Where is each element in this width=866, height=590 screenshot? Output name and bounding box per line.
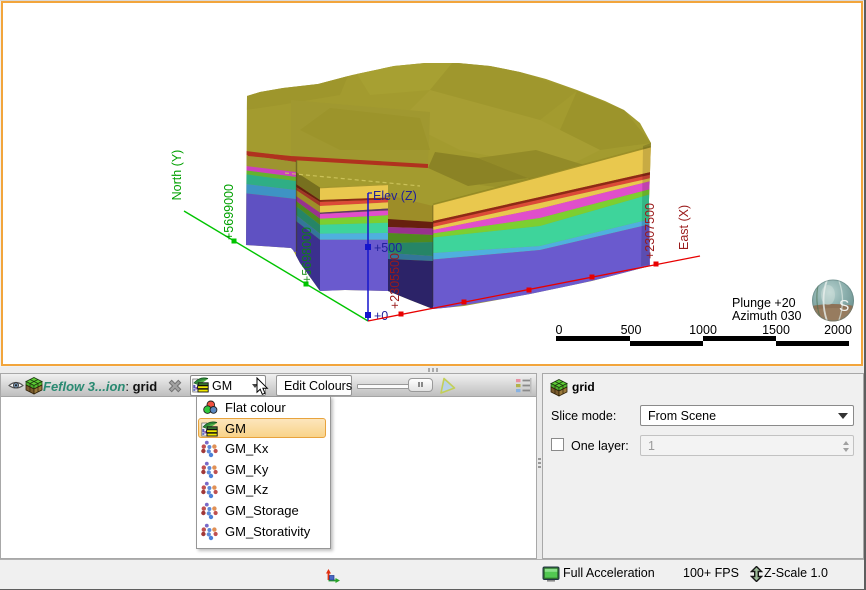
svg-text:Azimuth 030: Azimuth 030 bbox=[732, 309, 802, 323]
svg-text:+5698000: +5698000 bbox=[300, 227, 314, 283]
svg-text:+2305500: +2305500 bbox=[388, 253, 402, 309]
svg-text:+0: +0 bbox=[374, 309, 388, 323]
svg-text:Elev (Z): Elev (Z) bbox=[373, 189, 417, 203]
svg-text:1000: 1000 bbox=[689, 323, 717, 337]
svg-text:0: 0 bbox=[556, 323, 563, 337]
svg-text:East (X): East (X) bbox=[677, 205, 691, 250]
svg-text:S: S bbox=[839, 298, 849, 315]
svg-text:North (Y): North (Y) bbox=[170, 150, 184, 201]
svg-text:500: 500 bbox=[621, 323, 642, 337]
svg-text:+5699000: +5699000 bbox=[222, 184, 236, 240]
svg-text:+2307500: +2307500 bbox=[643, 203, 657, 259]
svg-text:Plunge +20: Plunge +20 bbox=[732, 296, 796, 310]
svg-text:2000: 2000 bbox=[824, 323, 852, 337]
svg-text:+500: +500 bbox=[374, 241, 402, 255]
svg-text:1500: 1500 bbox=[762, 323, 790, 337]
